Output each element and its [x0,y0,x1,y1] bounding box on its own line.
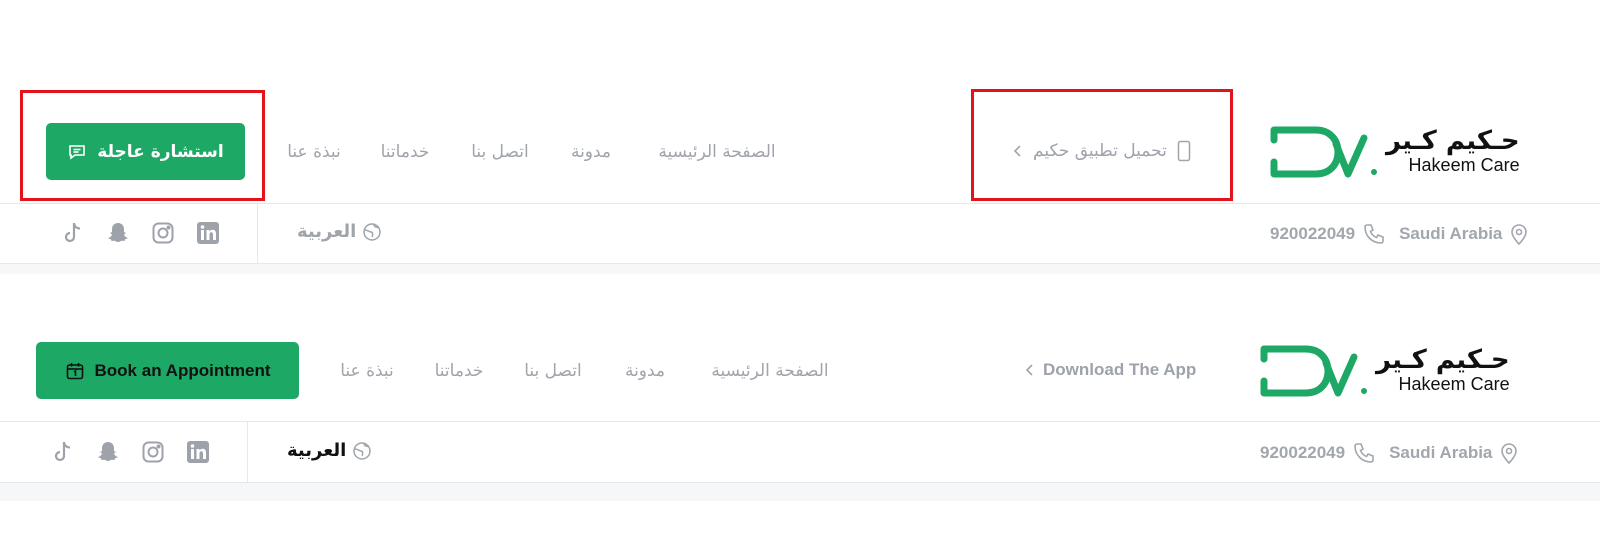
contact-info-ar: 920022049 Saudi Arabia [1270,223,1528,245]
nav-contact[interactable]: اتصل بنا [471,142,529,162]
chevron-left-icon [1025,363,1035,377]
logo-arabic: حـكيم كـير [1386,126,1520,156]
linkedin-icon[interactable] [195,220,221,246]
logo-english: Hakeem Care [1398,374,1510,394]
header-divider [0,421,1600,422]
phone-call-icon [1353,442,1375,464]
download-app-label-ar: تحميل تطبيق حكيم [1033,141,1167,161]
logo-text: حـكيم كـير Hakeem Care [1376,347,1510,395]
snapchat-icon[interactable] [105,220,131,246]
logo[interactable]: حـكيم كـير Hakeem Care [1260,343,1510,399]
section-gap [0,264,1600,274]
calendar-icon [65,361,85,381]
language-label: العربية [287,440,347,461]
dr-stethoscope-logo-icon [1270,124,1382,180]
section-gap [0,483,1600,501]
nav-services[interactable]: خدماتنا [435,361,484,381]
logo[interactable]: حـكيم كـير Hakeem Care [1270,124,1520,180]
linkedin-icon[interactable] [185,439,211,465]
header-divider [0,203,1600,204]
nav-home[interactable]: الصفحة الرئيسية [711,361,828,381]
urgent-consultation-label: استشارة عاجلة [97,141,224,162]
book-appointment-label: Book an Appointment [94,360,271,380]
language-label: العربية [297,221,357,242]
book-appointment-button[interactable]: Book an Appointment [36,342,299,399]
logo-text: حـكيم كـير Hakeem Care [1386,128,1520,176]
language-switch-en[interactable]: العربية [287,440,372,461]
logo-english: Hakeem Care [1408,155,1520,175]
contact-info-en: 920022049 Saudi Arabia [1260,442,1518,464]
phone-call-icon [1363,223,1385,245]
location-label: Saudi Arabia [1389,443,1493,462]
instagram-icon[interactable] [150,220,176,246]
logo-arabic: حـكيم كـير [1376,345,1510,375]
globe-icon [362,222,382,242]
snapchat-icon[interactable] [95,439,121,465]
location-pin-icon [1510,223,1528,245]
nav-services[interactable]: خدماتنا [381,142,430,162]
nav-blog[interactable]: مدونة [571,142,611,162]
nav-about[interactable]: نبذة عنا [340,361,394,381]
instagram-icon[interactable] [140,439,166,465]
nav-contact[interactable]: اتصل بنا [524,361,582,381]
social-links [60,220,221,246]
nav-blog[interactable]: مدونة [625,361,665,381]
language-switch-ar[interactable]: العربية [297,221,382,242]
location-label: Saudi Arabia [1399,224,1503,243]
urgent-consultation-button[interactable]: استشارة عاجلة [46,123,245,180]
globe-icon [352,441,372,461]
location-pin-icon [1500,442,1518,464]
download-app-label-en: Download The App [1043,360,1197,379]
tiktok-icon[interactable] [50,439,76,465]
dr-stethoscope-logo-icon [1260,343,1372,399]
download-app-link-en[interactable]: Download The App [1025,360,1196,380]
social-links [50,439,211,465]
chat-icon [67,142,87,162]
phone-number[interactable]: 920022049 [1260,443,1345,463]
nav-about[interactable]: نبذة عنا [287,142,341,162]
topbar-separator [257,204,258,264]
download-app-link-ar[interactable]: تحميل تطبيق حكيم [1013,140,1191,162]
tiktok-icon[interactable] [60,220,86,246]
chevron-left-icon [1013,144,1023,158]
nav-home[interactable]: الصفحة الرئيسية [658,142,775,162]
topbar-separator [247,422,248,482]
phone-number[interactable]: 920022049 [1270,224,1355,244]
phone-icon [1177,140,1191,162]
